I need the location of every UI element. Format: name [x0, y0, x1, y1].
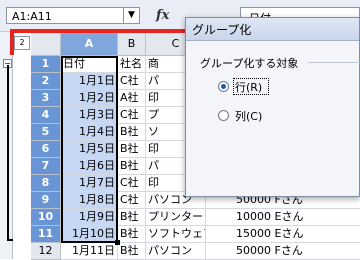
row-header[interactable]: 9	[31, 192, 61, 209]
cell-a[interactable]: 日付	[61, 56, 118, 73]
group-dialog: グループ化 グループ化する対象 行(R) 列(C)	[185, 17, 360, 197]
dialog-titlebar[interactable]: グループ化	[186, 18, 359, 41]
row-header[interactable]: 1	[31, 56, 61, 73]
cell-a[interactable]: 1月10日	[61, 226, 118, 243]
cell-a[interactable]: 1月1日	[61, 73, 118, 90]
cell-a[interactable]: 1月3日	[61, 107, 118, 124]
cell-b[interactable]: C社	[118, 192, 146, 209]
row-header[interactable]: 3	[31, 90, 61, 107]
cell-b[interactable]: B社	[118, 209, 146, 226]
fx-icon: fx	[156, 8, 170, 23]
cell-a[interactable]: 1月4日	[61, 124, 118, 141]
cell-d[interactable]: 15000 Eさん	[206, 226, 360, 243]
fill-handle[interactable]	[115, 240, 120, 245]
cell-c[interactable]: パソコン	[146, 243, 206, 260]
row-header[interactable]: 5	[31, 124, 61, 141]
column-header-b[interactable]: B	[118, 32, 146, 56]
outline-bracket	[7, 65, 9, 240]
row-header[interactable]: 6	[31, 141, 61, 158]
cell-d[interactable]: 50000 Fさん	[206, 243, 360, 260]
row-header[interactable]: 10	[31, 209, 61, 226]
callout-line-vertical	[10, 33, 14, 55]
cell-d[interactable]: 10000 Eさん	[206, 209, 360, 226]
cell-b[interactable]: C社	[118, 107, 146, 124]
row-header[interactable]: 8	[31, 175, 61, 192]
cell-b[interactable]: C社	[118, 73, 146, 90]
row-header[interactable]: 7	[31, 158, 61, 175]
outline-bracket-end	[7, 239, 13, 241]
cell-b[interactable]: 社名	[118, 56, 146, 73]
cell-a[interactable]: 1月7日	[61, 175, 118, 192]
columns-radio-label[interactable]: 列(C)	[235, 108, 262, 124]
group-target-label: グループ化する対象	[200, 57, 299, 70]
name-box[interactable]: A1:A11	[6, 7, 124, 24]
rows-radio-label[interactable]: 行(R)	[235, 79, 262, 95]
cell-b[interactable]: B社	[118, 141, 146, 158]
cell-b[interactable]: B社	[118, 158, 146, 175]
cell-b[interactable]: B社	[118, 124, 146, 141]
cell-b[interactable]: B社	[118, 243, 146, 260]
columns-radio[interactable]	[218, 110, 229, 121]
cell-a[interactable]: 1月6日	[61, 158, 118, 175]
cell-b[interactable]: A社	[118, 90, 146, 107]
row-header[interactable]: 4	[31, 107, 61, 124]
cell-a[interactable]: 1月8日	[61, 192, 118, 209]
row-header[interactable]: 2	[31, 73, 61, 90]
function-wizard-button[interactable]: fx	[156, 8, 169, 23]
row-header[interactable]: 11	[31, 226, 61, 243]
column-header-a[interactable]: A	[61, 32, 118, 56]
cell-a[interactable]: 1月11日	[61, 243, 118, 260]
row-header[interactable]: 12	[31, 243, 61, 260]
dialog-title: グループ化	[192, 23, 252, 37]
cell-a[interactable]: 1月9日	[61, 209, 118, 226]
select-all-corner[interactable]	[31, 32, 61, 56]
rows-radio[interactable]	[218, 81, 229, 92]
group-divider	[308, 62, 360, 63]
cell-c[interactable]: ソフトウェア	[146, 226, 206, 243]
cell-a[interactable]: 1月2日	[61, 90, 118, 107]
cell-b[interactable]: B社	[118, 226, 146, 243]
cell-c[interactable]: プリンター	[146, 209, 206, 226]
outline-level-button[interactable]: 2	[14, 36, 30, 50]
chevron-down-icon[interactable]: ▼	[123, 7, 140, 24]
name-box-value: A1:A11	[12, 10, 52, 23]
cell-a[interactable]: 1月5日	[61, 141, 118, 158]
cell-b[interactable]: C社	[118, 175, 146, 192]
callout-line	[10, 29, 185, 33]
